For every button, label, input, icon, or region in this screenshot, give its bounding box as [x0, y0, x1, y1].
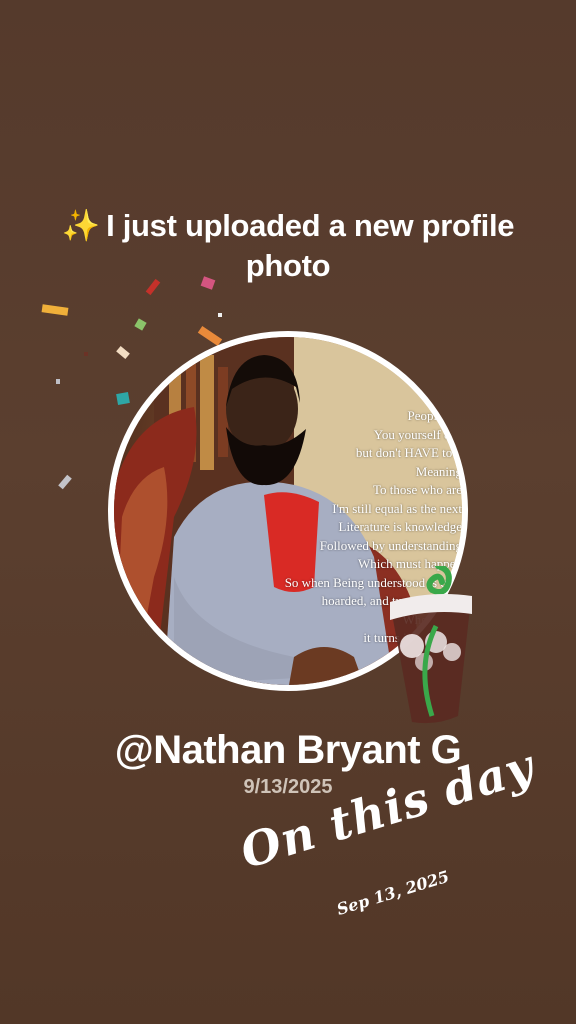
confetti-piece — [41, 304, 69, 316]
overlay-text-line: I'm still equal as the next — [332, 500, 462, 516]
confetti-piece — [134, 318, 147, 331]
sparkles-icon: ✨ — [61, 208, 101, 243]
confetti-piece — [56, 379, 60, 384]
overlay-text-line: Literature is knowledge — [338, 519, 462, 534]
overlay-text-line: You yourself can — [373, 426, 462, 442]
on-this-day-date: Sep 13, 2025 — [334, 866, 452, 919]
confetti-piece — [84, 352, 88, 356]
confetti-piece — [218, 313, 222, 317]
overlay-text-line: Followed by understanding — [319, 537, 462, 553]
story-headline: ✨ I just uploaded a new profile photo — [40, 206, 536, 286]
overlay-text-line: Meaning — [415, 463, 462, 479]
confetti-piece — [58, 474, 72, 490]
overlay-text-line: but don't HAVE to b — [355, 445, 462, 460]
iced-drink-sticker[interactable] — [366, 566, 478, 736]
overlay-text-line: People are — [407, 408, 462, 423]
overlay-text-line: To those who are — [373, 482, 462, 497]
headline-text: I just uploaded a new profile photo — [106, 208, 515, 283]
